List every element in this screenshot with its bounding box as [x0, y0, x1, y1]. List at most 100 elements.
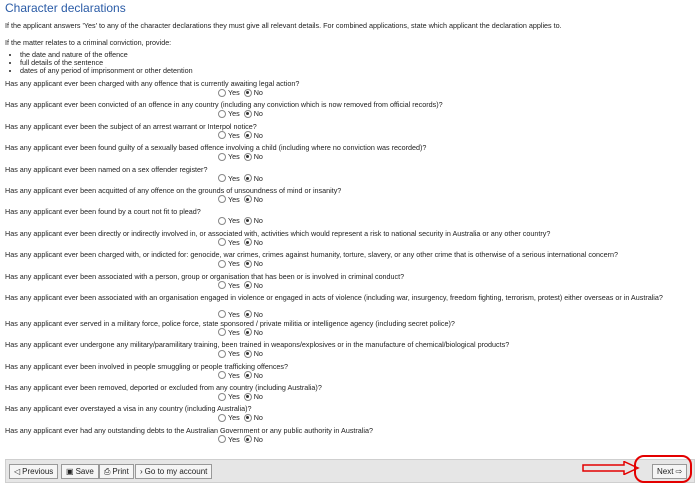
- yes-radio[interactable]: [218, 371, 226, 380]
- no-option[interactable]: No: [243, 173, 263, 183]
- no-label: No: [253, 173, 263, 183]
- yes-option[interactable]: Yes: [218, 281, 240, 290]
- yes-radio[interactable]: [218, 435, 226, 444]
- question-text: Has any applicant ever been found by a c…: [5, 207, 201, 217]
- yes-radio[interactable]: [218, 216, 226, 225]
- yes-radio[interactable]: [218, 174, 226, 183]
- question-text: Has any applicant ever been associated w…: [5, 271, 405, 281]
- no-option[interactable]: No: [243, 392, 263, 401]
- question-row: Has any applicant ever overstayed a visa…: [5, 405, 695, 426]
- yes-radio[interactable]: [218, 109, 226, 118]
- no-label: No: [253, 237, 263, 247]
- question-row: Has any applicant ever been directly or …: [5, 229, 695, 251]
- no-option[interactable]: No: [243, 310, 263, 319]
- no-radio[interactable]: [243, 152, 252, 161]
- no-label: No: [253, 280, 263, 290]
- yes-radio[interactable]: [218, 152, 226, 161]
- question-row: Has any applicant ever undergone any mil…: [5, 341, 695, 362]
- yes-option[interactable]: Yes: [218, 259, 240, 268]
- intro-text: If the applicant answers 'Yes' to any of…: [5, 21, 562, 30]
- yes-option[interactable]: Yes: [218, 109, 240, 118]
- no-option[interactable]: No: [243, 131, 263, 140]
- previous-button[interactable]: ◁ Previous: [9, 464, 59, 479]
- no-option[interactable]: No: [243, 435, 263, 444]
- no-option[interactable]: No: [243, 237, 263, 247]
- yes-label: Yes: [228, 109, 240, 119]
- no-radio[interactable]: [243, 413, 252, 422]
- no-radio[interactable]: [243, 310, 252, 319]
- no-radio[interactable]: [243, 131, 252, 140]
- no-radio[interactable]: [243, 349, 252, 358]
- no-option[interactable]: No: [243, 413, 263, 422]
- no-option[interactable]: No: [243, 88, 263, 97]
- yes-radio[interactable]: [218, 310, 226, 319]
- no-label: No: [253, 370, 263, 380]
- yes-radio[interactable]: [218, 349, 226, 358]
- question-text: Has any applicant ever been convicted of…: [5, 100, 443, 110]
- yes-radio[interactable]: [218, 392, 226, 401]
- no-radio[interactable]: [243, 259, 252, 268]
- questions-list: Has any applicant ever been charged with…: [5, 79, 695, 448]
- no-radio[interactable]: [243, 392, 252, 401]
- no-option[interactable]: No: [243, 328, 263, 337]
- go-to-account-button[interactable]: › Go to my account: [135, 464, 213, 479]
- yes-radio[interactable]: [218, 131, 226, 140]
- yes-label: Yes: [228, 259, 240, 269]
- no-radio[interactable]: [243, 195, 252, 204]
- yes-option[interactable]: Yes: [218, 328, 240, 337]
- no-radio[interactable]: [243, 216, 252, 225]
- question-row: Has any applicant ever been charged with…: [5, 251, 695, 272]
- no-option[interactable]: No: [243, 370, 263, 380]
- print-button[interactable]: ⎙ Print: [99, 464, 134, 479]
- yes-radio[interactable]: [218, 238, 226, 247]
- yes-option[interactable]: Yes: [218, 174, 240, 183]
- no-radio[interactable]: [243, 238, 252, 247]
- question-row: Has any applicant ever been found by a c…: [5, 208, 695, 229]
- no-option[interactable]: No: [243, 152, 263, 161]
- save-icon: ▣: [66, 467, 74, 476]
- question-text: Has any applicant ever been charged with…: [5, 79, 300, 88]
- yes-option[interactable]: Yes: [218, 349, 240, 358]
- question-text: Has any applicant ever had any outstandi…: [5, 425, 373, 435]
- yes-label: Yes: [228, 280, 240, 290]
- yes-no-group: Yes No: [218, 152, 267, 161]
- no-radio[interactable]: [243, 88, 252, 97]
- yes-label: Yes: [228, 152, 240, 162]
- yes-label: Yes: [228, 349, 240, 359]
- yes-option[interactable]: Yes: [218, 310, 240, 319]
- yes-no-group: Yes No: [218, 88, 267, 97]
- yes-radio[interactable]: [218, 328, 226, 337]
- no-option[interactable]: No: [243, 349, 263, 358]
- no-radio[interactable]: [243, 435, 252, 444]
- no-radio[interactable]: [243, 371, 252, 380]
- no-radio[interactable]: [243, 281, 252, 290]
- no-radio[interactable]: [243, 174, 252, 183]
- no-radio[interactable]: [243, 109, 252, 118]
- no-option[interactable]: No: [243, 280, 263, 290]
- yes-label: Yes: [228, 216, 240, 226]
- no-radio[interactable]: [243, 328, 252, 337]
- yes-option[interactable]: Yes: [218, 216, 240, 225]
- yes-option[interactable]: Yes: [218, 392, 240, 401]
- yes-label: Yes: [228, 309, 240, 319]
- no-option[interactable]: No: [243, 109, 263, 119]
- yes-option[interactable]: Yes: [218, 371, 240, 380]
- yes-radio[interactable]: [218, 259, 226, 268]
- yes-radio[interactable]: [218, 413, 226, 422]
- save-button[interactable]: ▣ Save: [61, 464, 99, 479]
- yes-radio[interactable]: [218, 195, 226, 204]
- no-label: No: [253, 109, 263, 119]
- yes-option[interactable]: Yes: [218, 435, 240, 444]
- no-option[interactable]: No: [243, 259, 263, 268]
- yes-radio[interactable]: [218, 281, 226, 290]
- yes-option[interactable]: Yes: [218, 238, 240, 247]
- no-option[interactable]: No: [243, 195, 263, 204]
- yes-option[interactable]: Yes: [218, 413, 240, 422]
- no-option[interactable]: No: [243, 216, 263, 225]
- yes-option[interactable]: Yes: [218, 195, 240, 204]
- yes-radio[interactable]: [218, 88, 226, 97]
- yes-option[interactable]: Yes: [218, 152, 240, 161]
- yes-label: Yes: [228, 434, 240, 444]
- yes-option[interactable]: Yes: [218, 88, 240, 97]
- yes-option[interactable]: Yes: [218, 131, 240, 140]
